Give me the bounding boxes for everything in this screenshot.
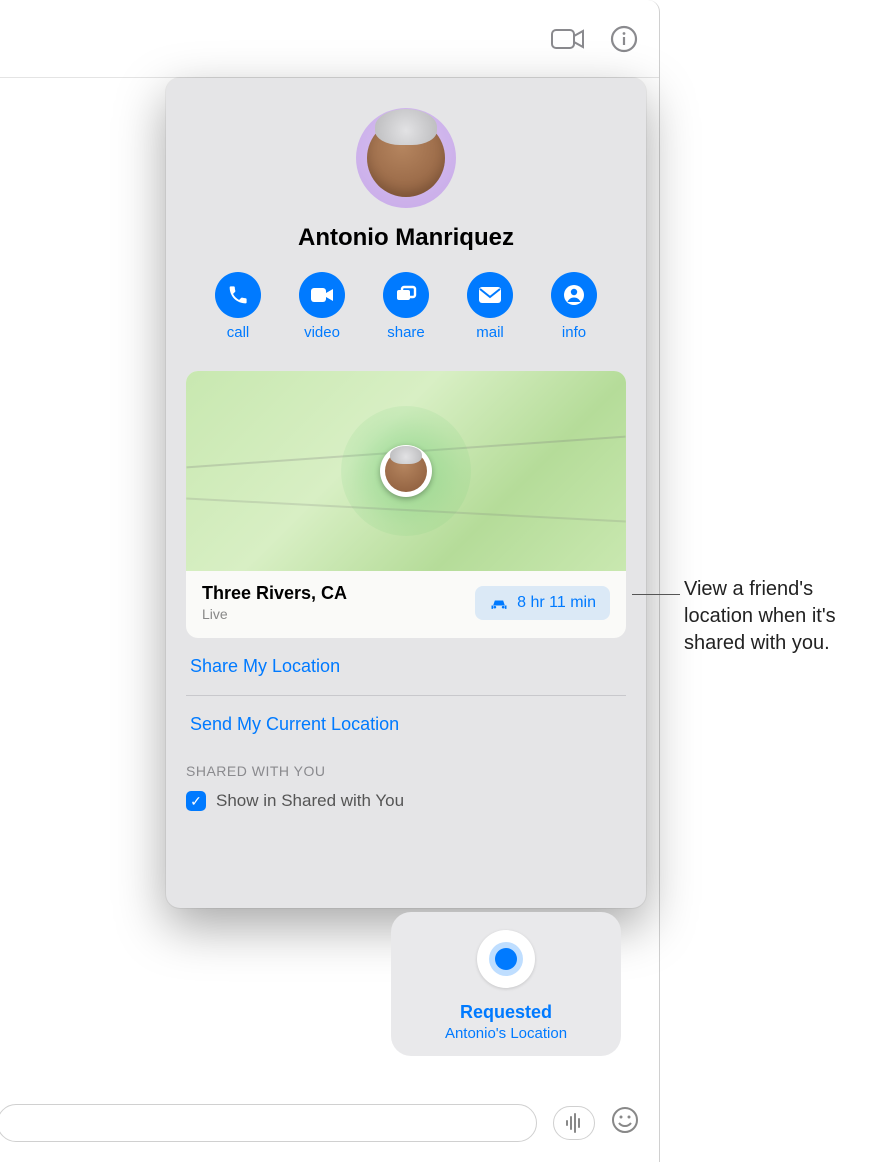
share-label: share (387, 324, 425, 341)
action-row: call video share mail (215, 272, 597, 341)
mail-icon (467, 272, 513, 318)
person-icon (551, 272, 597, 318)
video-button[interactable]: video (299, 272, 345, 341)
shared-with-you-header: SHARED WITH YOU (186, 763, 626, 779)
compose-bar (0, 1104, 659, 1142)
share-my-location-link[interactable]: Share My Location (186, 638, 626, 695)
mail-button[interactable]: mail (467, 272, 513, 341)
location-status: Live (202, 606, 347, 622)
map-area[interactable] (186, 371, 626, 571)
info-label: info (562, 324, 586, 341)
smiley-icon (611, 1106, 639, 1134)
eta-text: 8 hr 11 min (517, 594, 596, 612)
contact-avatar (356, 108, 456, 208)
call-button[interactable]: call (215, 272, 261, 341)
video-icon (299, 272, 345, 318)
location-dot-icon (495, 948, 517, 970)
location-pin (380, 445, 432, 497)
waveform-icon (565, 1112, 583, 1134)
show-in-shared-with-you-row[interactable]: ✓ Show in Shared with You (186, 791, 626, 811)
location-request-bubble[interactable]: Requested Antonio's Location (391, 912, 621, 1056)
memoji-icon (367, 119, 445, 197)
info-icon[interactable] (607, 22, 641, 56)
location-request-icon (477, 930, 535, 988)
message-input[interactable] (0, 1104, 537, 1142)
memoji-pin-icon (385, 450, 427, 492)
call-label: call (227, 324, 250, 341)
share-icon (383, 272, 429, 318)
bubble-subtitle: Antonio's Location (445, 1025, 567, 1042)
callout-leader-line (632, 594, 680, 595)
checkbox-checked-icon[interactable]: ✓ (186, 791, 206, 811)
contact-details-popover: Antonio Manriquez call video share (166, 78, 646, 908)
facetime-video-icon[interactable] (551, 22, 585, 56)
phone-icon (215, 272, 261, 318)
callout-text: View a friend's location when it's share… (684, 576, 884, 657)
send-current-location-link[interactable]: Send My Current Location (186, 696, 626, 753)
car-icon (489, 595, 509, 611)
toolbar (0, 0, 659, 78)
show-in-shared-label: Show in Shared with You (216, 791, 404, 811)
map-footer: Three Rivers, CA Live 8 hr 11 min (186, 571, 626, 638)
directions-eta-button[interactable]: 8 hr 11 min (475, 586, 610, 620)
mail-label: mail (476, 324, 504, 341)
info-button[interactable]: info (551, 272, 597, 341)
emoji-picker-button[interactable] (611, 1106, 639, 1141)
audio-message-button[interactable] (553, 1106, 595, 1140)
location-map-card[interactable]: Three Rivers, CA Live 8 hr 11 min (186, 371, 626, 638)
messages-window: Antonio Manriquez call video share (0, 0, 660, 1162)
video-label: video (304, 324, 340, 341)
contact-name: Antonio Manriquez (298, 224, 514, 252)
bubble-title: Requested (460, 1002, 552, 1023)
location-name: Three Rivers, CA (202, 583, 347, 604)
share-button[interactable]: share (383, 272, 429, 341)
